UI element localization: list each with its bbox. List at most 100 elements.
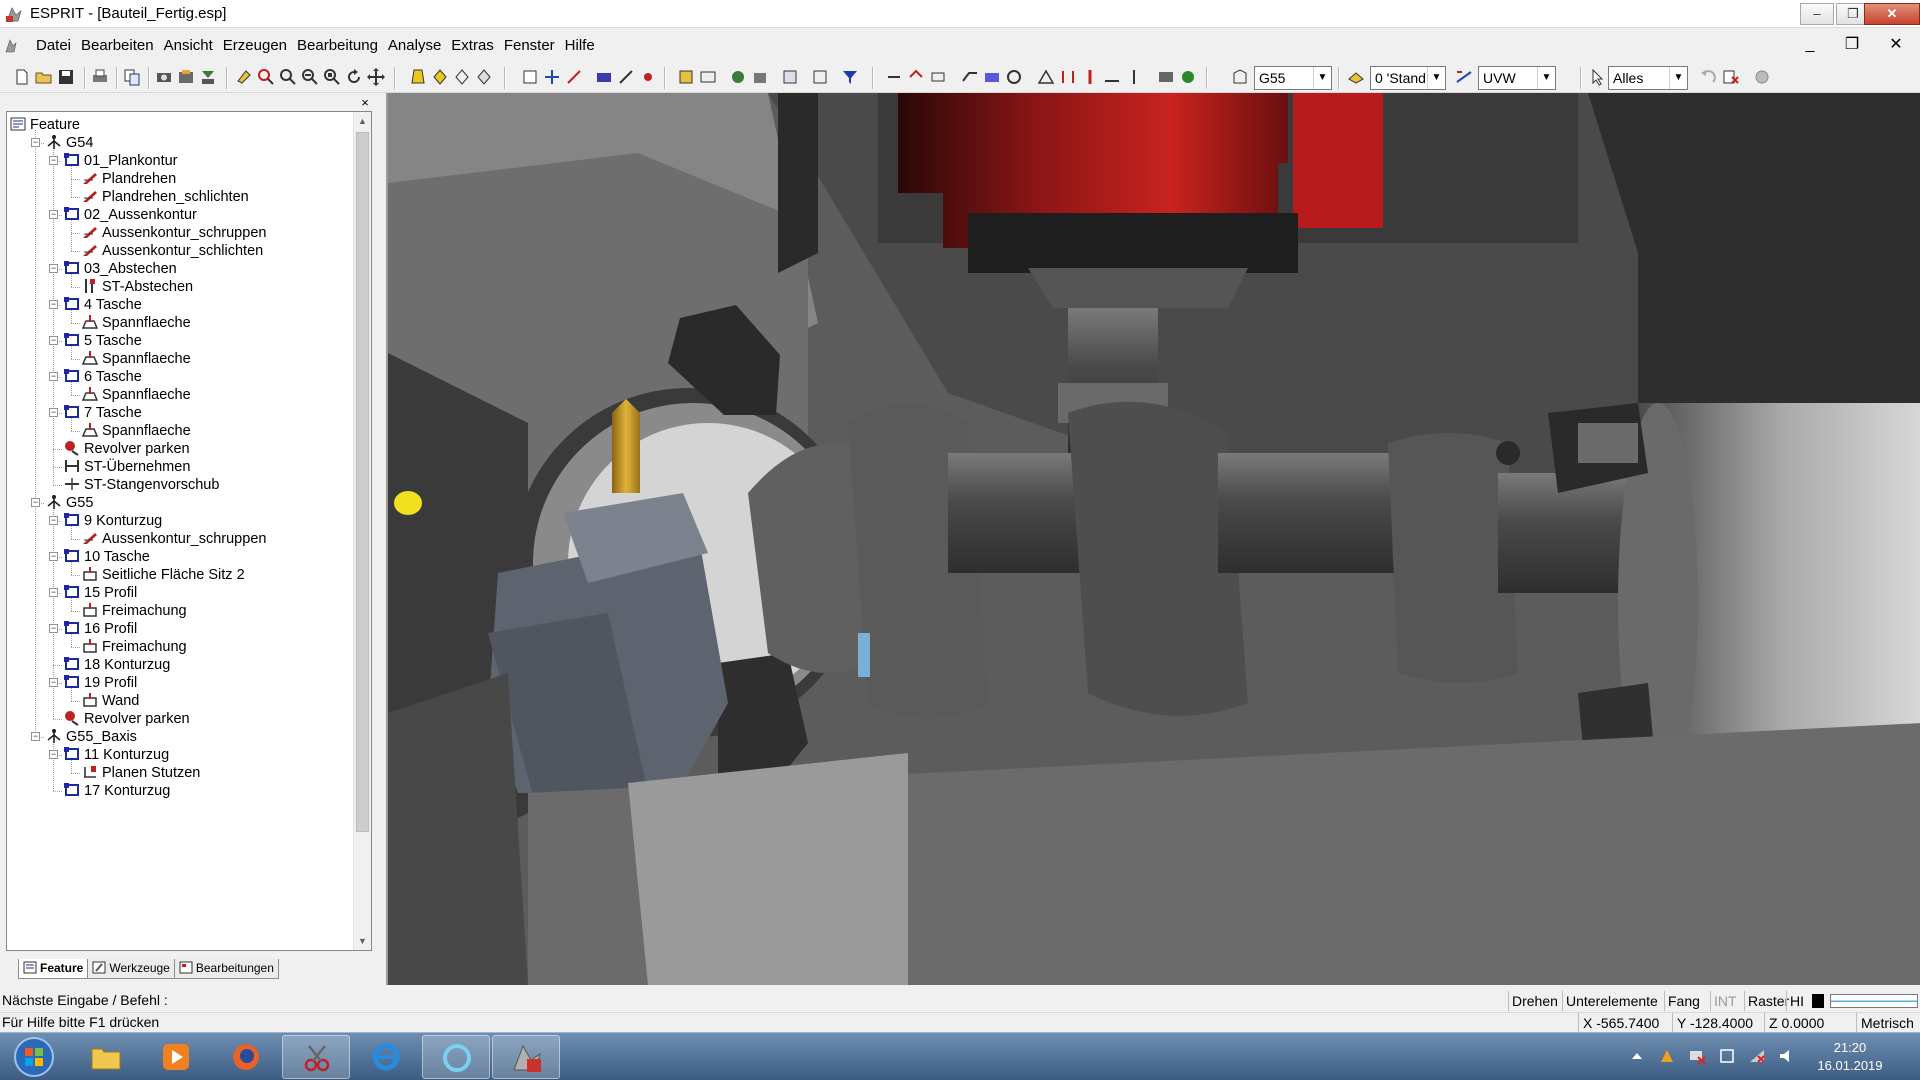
tree-collapse-icon[interactable]: − [49, 624, 58, 633]
rotate-icon[interactable] [906, 67, 926, 87]
plane-combo[interactable]: UVW ▼ [1478, 66, 1556, 90]
menu-analyse[interactable]: Analyse [383, 37, 446, 55]
zoom-icon[interactable] [278, 67, 298, 87]
chevron-down-icon[interactable]: ▼ [1427, 67, 1445, 89]
tray-device-icon[interactable] [1718, 1047, 1736, 1065]
axis-labels-icon[interactable] [564, 67, 584, 87]
menu-bearbeiten[interactable]: Bearbeiten [76, 37, 159, 55]
select-pointer-icon[interactable] [1588, 67, 1608, 87]
tree-collapse-icon[interactable]: − [49, 408, 58, 417]
tree-collapse-icon[interactable]: − [49, 210, 58, 219]
feature-tree[interactable]: Feature G54−01_Plankontur − Plandrehen Pland… [6, 111, 372, 951]
tree-collapse-icon[interactable]: − [49, 588, 58, 597]
tool-manager-icon[interactable] [780, 67, 800, 87]
shaded-edges-icon[interactable] [430, 67, 450, 87]
scrollbar-thumb[interactable] [356, 132, 369, 832]
zoom-fit-icon[interactable] [322, 67, 342, 87]
tray-volume-icon[interactable] [1778, 1047, 1796, 1065]
taskbar-internet-explorer[interactable] [352, 1035, 420, 1079]
color-swatch[interactable] [1812, 994, 1824, 1008]
turning-icon[interactable] [1036, 67, 1056, 87]
mode-hi[interactable]: HI [1786, 991, 1807, 1011]
zoom-out-icon[interactable] [300, 67, 320, 87]
esprit-app-icon[interactable] [5, 5, 23, 23]
pan-view-icon[interactable] [366, 67, 386, 87]
wireframe-icon[interactable] [452, 67, 472, 87]
tab-feature[interactable]: Feature [18, 959, 89, 979]
chevron-down-icon[interactable]: ▼ [1313, 67, 1331, 89]
sketch-icon[interactable] [616, 67, 636, 87]
tab-werkzeuge[interactable]: Werkzeuge [87, 959, 175, 979]
workcoord-icon[interactable] [1230, 67, 1250, 87]
tray-app-icon[interactable] [1658, 1047, 1676, 1065]
mode-unterelemente[interactable]: Unterelemente [1562, 991, 1661, 1011]
tray-wifi-icon[interactable] [1748, 1047, 1766, 1065]
hidden-lines-icon[interactable] [474, 67, 494, 87]
pocket-icon[interactable] [982, 67, 1002, 87]
panel-close-button[interactable]: × [358, 96, 372, 110]
scroll-down-icon[interactable]: ▼ [354, 932, 371, 950]
menu-bearbeitung[interactable]: Bearbeitung [292, 37, 383, 55]
workcoord-combo[interactable]: G55 ▼ [1254, 66, 1332, 90]
graphics-viewport[interactable] [386, 93, 1920, 985]
taskbar-cortana[interactable] [422, 1035, 490, 1079]
undo-icon[interactable] [1698, 67, 1718, 87]
tree-collapse-icon[interactable]: − [31, 498, 40, 507]
command-prompt[interactable]: Nächste Eingabe / Befehl : [2, 992, 168, 1008]
machine-setup-icon[interactable] [1156, 67, 1176, 87]
save-icon[interactable] [56, 67, 76, 87]
layer-icon[interactable] [520, 67, 540, 87]
open-folder-icon[interactable] [34, 67, 54, 87]
tab-bearbeitungen[interactable]: Bearbeitungen [173, 959, 279, 979]
mode-int[interactable]: INT [1710, 991, 1740, 1011]
taskbar-explorer[interactable] [72, 1035, 140, 1079]
tree-collapse-icon[interactable]: − [49, 678, 58, 687]
tree-node[interactable]: 17 Konturzug [63, 780, 170, 802]
chevron-down-icon[interactable]: ▼ [1669, 67, 1687, 89]
tree-scrollbar[interactable]: ▲ ▼ [353, 112, 371, 950]
tray-network-error-icon[interactable] [1688, 1047, 1706, 1065]
new-file-icon[interactable] [12, 67, 32, 87]
tree-collapse-icon[interactable]: − [49, 552, 58, 561]
document-close-button[interactable]: ✕ [1880, 33, 1912, 57]
plane-icon[interactable] [1454, 67, 1474, 87]
start-button-icon[interactable] [8, 1035, 60, 1079]
axis-icon[interactable] [542, 67, 562, 87]
tree-collapse-icon[interactable]: − [49, 372, 58, 381]
milling-icon[interactable] [1058, 67, 1078, 87]
layer-color-icon[interactable] [1346, 67, 1366, 87]
hole-icon[interactable] [1004, 67, 1024, 87]
scale-icon[interactable] [928, 67, 948, 87]
document-restore-button[interactable]: ❐ [1836, 33, 1868, 57]
menu-erzeugen[interactable]: Erzeugen [218, 37, 292, 55]
drilling-icon[interactable] [1080, 67, 1100, 87]
point-icon[interactable] [638, 67, 658, 87]
chevron-down-icon[interactable]: ▼ [1537, 67, 1555, 89]
tree-collapse-icon[interactable]: − [49, 516, 58, 525]
menu-extras[interactable]: Extras [446, 37, 499, 55]
rotate-view-icon[interactable] [344, 67, 364, 87]
tree-collapse-icon[interactable]: − [31, 138, 40, 147]
window-minimize-button[interactable]: – [1800, 3, 1834, 25]
feature-manager-icon[interactable] [698, 67, 718, 87]
mode-fang[interactable]: Fang [1664, 991, 1703, 1011]
tree-collapse-icon[interactable]: − [49, 300, 58, 309]
view-select-icon[interactable] [234, 67, 254, 87]
menu-datei[interactable]: Datei [31, 37, 76, 55]
line-style-indicator[interactable] [1830, 994, 1918, 1008]
taskbar-esprit[interactable] [492, 1035, 560, 1079]
delete-icon[interactable] [1720, 67, 1740, 87]
workplane-icon[interactable] [594, 67, 614, 87]
feature-icon[interactable] [676, 67, 696, 87]
taskbar-clock[interactable]: 21:20 16.01.2019 [1800, 1039, 1900, 1075]
menu-hilfe[interactable]: Hilfe [560, 37, 600, 55]
tree-collapse-icon[interactable]: − [49, 156, 58, 165]
solid-icon[interactable] [750, 67, 770, 87]
taskbar-firefox[interactable] [212, 1035, 280, 1079]
window-close-button[interactable]: ✕ [1864, 3, 1920, 25]
shaded-view-icon[interactable] [408, 67, 428, 87]
tree-collapse-icon[interactable]: − [31, 732, 40, 741]
filter-icon[interactable] [840, 67, 860, 87]
tree-collapse-icon[interactable]: − [49, 750, 58, 759]
contour-icon[interactable] [1102, 67, 1122, 87]
